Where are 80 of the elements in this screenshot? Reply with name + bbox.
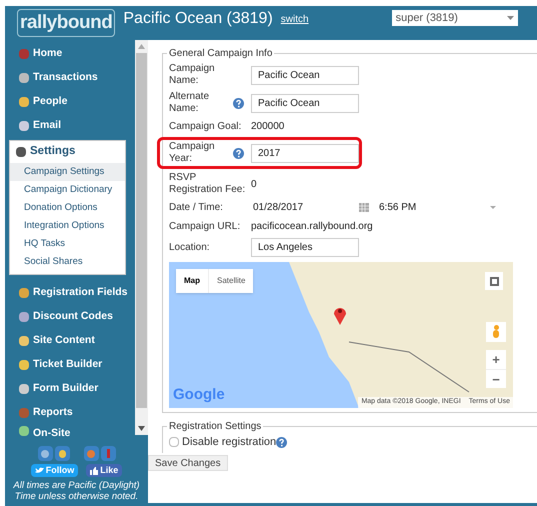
nav-item[interactable]: Ticket Builder	[5, 353, 130, 377]
section-legend: Registration Settings	[167, 419, 264, 434]
text-input[interactable]: Pacific Ocean	[251, 94, 359, 112]
checkbox[interactable]	[169, 437, 179, 448]
account-select[interactable]: super (3819)	[392, 10, 518, 26]
scroll-thumb[interactable]	[136, 53, 147, 408]
field-label: Campaign Name:	[169, 63, 216, 87]
scrollbar[interactable]	[135, 40, 148, 435]
field-label: Date / Time:	[169, 202, 224, 214]
field-label: Campaign Year:	[169, 141, 216, 165]
nav-icon	[19, 49, 29, 59]
field-label: Alternate Name:	[169, 91, 210, 115]
zoom-in-button[interactable]: +	[486, 350, 506, 369]
save-changes-button[interactable]: Save Changes	[148, 454, 228, 470]
nav-icon	[19, 360, 29, 370]
nav-subitem[interactable]: Campaign Settings	[10, 163, 125, 181]
bird-icon	[34, 467, 44, 474]
field-label: Location:	[169, 242, 211, 254]
field-value: 200000	[251, 120, 284, 134]
nav-item[interactable]: Registration Fields	[5, 281, 130, 305]
scroll-up-icon[interactable]	[138, 44, 145, 49]
field-label: RSVP Registration Fee:	[169, 172, 246, 196]
globe-people-icon[interactable]	[38, 446, 52, 461]
nav-item[interactable]: Discount Codes	[5, 305, 130, 329]
calendar-icon[interactable]	[359, 203, 369, 212]
text-input[interactable]: Pacific Ocean	[251, 66, 359, 84]
nav-subitem[interactable]: Campaign Dictionary	[10, 181, 125, 199]
map-type-tab[interactable]: Map	[176, 269, 208, 293]
nav-item[interactable]: People	[5, 90, 130, 114]
fullscreen-icon[interactable]	[485, 272, 503, 290]
info-icon[interactable]	[100, 446, 116, 461]
nav-icon	[19, 73, 29, 83]
nav-subitem[interactable]: Integration Options	[10, 217, 125, 235]
nav-subitem[interactable]: HQ Tasks	[10, 235, 125, 253]
time-select[interactable]: 6:56 PM	[379, 200, 496, 215]
nav-item[interactable]: Home	[5, 42, 130, 66]
nav-icon	[19, 288, 29, 298]
timezone-note: All times are Pacific (Daylight) Time unless otherwise noted.	[12, 480, 141, 502]
switch-link[interactable]: switch	[280, 10, 309, 30]
zoom-out-button[interactable]: −	[486, 369, 506, 388]
nav-subitem[interactable]: Social Shares	[10, 253, 125, 271]
section-legend: General Campaign Info	[167, 46, 274, 61]
map-type-tab[interactable]: Satellite	[208, 269, 254, 293]
disable-registration-label: Disable registration	[182, 435, 276, 450]
thumbs-up-icon	[90, 466, 98, 474]
scroll-down-icon[interactable]	[138, 426, 145, 431]
help-icon[interactable]	[233, 148, 244, 158]
caret-icon	[506, 16, 514, 20]
help-icon[interactable]	[276, 436, 288, 448]
field-label: Campaign URL:	[169, 220, 242, 232]
caret-icon	[490, 206, 496, 209]
like-button[interactable]: Like	[86, 464, 122, 477]
help-icon[interactable]	[233, 98, 244, 108]
nav-icon	[19, 336, 29, 346]
nav-item[interactable]: Reports	[5, 401, 130, 425]
user-icon[interactable]	[84, 446, 98, 461]
nav-subitem[interactable]: Donation Options	[10, 199, 125, 217]
nav-icon	[19, 312, 29, 322]
map-pin-icon	[333, 305, 347, 325]
nav-item[interactable]: Email	[5, 114, 130, 138]
pegman-icon[interactable]	[486, 322, 506, 342]
nav-icon	[16, 147, 26, 157]
google-logo: Google	[173, 384, 225, 404]
nav-icon	[19, 121, 29, 131]
field-label: Campaign Goal:	[169, 120, 242, 132]
nav-icon	[19, 384, 29, 394]
field-value: 0	[251, 178, 257, 192]
text-input[interactable]: Los Angeles	[251, 238, 359, 257]
nav-item[interactable]: Settings	[10, 141, 125, 163]
nav-item[interactable]: Transactions	[5, 66, 130, 90]
date-field[interactable]: 01/28/2017	[251, 200, 355, 215]
field-value: pacificocean.rallybound.org	[251, 220, 373, 234]
nav-item[interactable]: On-Site	[5, 425, 130, 438]
users-icon[interactable]	[54, 446, 70, 461]
nav-item[interactable]: Form Builder	[5, 377, 130, 401]
nav-item[interactable]: Site Content	[5, 329, 130, 353]
logo: rallybound	[17, 9, 116, 37]
nav-icon	[19, 97, 29, 107]
text-input[interactable]: 2017	[251, 144, 359, 162]
campaign-title: Pacific Ocean (3819)	[123, 9, 273, 29]
